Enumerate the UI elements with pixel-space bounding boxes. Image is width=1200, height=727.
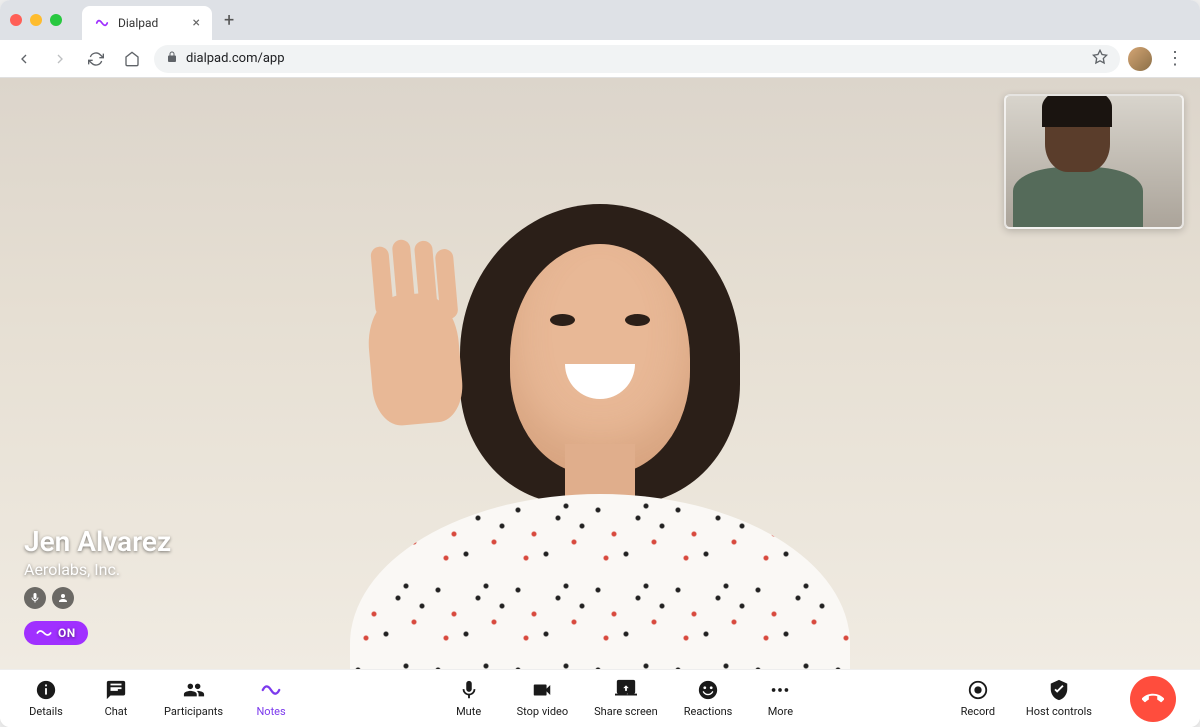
address-bar[interactable]: dialpad.com/app — [154, 45, 1120, 73]
mute-button[interactable]: Mute — [447, 679, 491, 718]
profile-avatar[interactable] — [1128, 47, 1152, 71]
reactions-label: Reactions — [684, 705, 733, 718]
stop-video-button[interactable]: Stop video — [517, 679, 569, 718]
ai-status-badge[interactable]: ON — [24, 621, 88, 645]
new-tab-button[interactable]: + — [224, 10, 234, 31]
tab-title: Dialpad — [118, 16, 158, 30]
nav-back-button[interactable] — [10, 45, 38, 73]
participant-overlay: Jen Alvarez Aerolabs, Inc. ON — [24, 525, 171, 645]
participant-company: Aerolabs, Inc. — [24, 560, 171, 579]
call-toolbar: Details Chat Participants Notes Mute — [0, 669, 1200, 727]
nav-reload-button[interactable] — [82, 45, 110, 73]
record-label: Record — [961, 705, 995, 718]
mute-label: Mute — [456, 705, 481, 718]
more-button[interactable]: More — [758, 679, 802, 718]
toolbar-right-group: Record Host controls — [956, 676, 1176, 722]
toolbar-left-group: Details Chat Participants Notes — [24, 679, 293, 718]
browser-toolbar: dialpad.com/app ⋮ — [0, 40, 1200, 78]
video-call-area: Jen Alvarez Aerolabs, Inc. ON — [0, 78, 1200, 669]
more-label: More — [768, 705, 793, 718]
browser-tab-bar: Dialpad × + — [0, 0, 1200, 40]
toolbar-center-group: Mute Stop video Share screen Reactions M… — [447, 679, 803, 718]
lock-icon — [166, 51, 178, 67]
nav-home-button[interactable] — [118, 45, 146, 73]
details-label: Details — [29, 705, 63, 718]
end-call-button[interactable] — [1130, 676, 1176, 722]
details-button[interactable]: Details — [24, 679, 68, 718]
self-figure — [1045, 94, 1143, 227]
window-close-button[interactable] — [10, 14, 22, 26]
participants-button[interactable]: Participants — [164, 679, 223, 718]
browser-tab[interactable]: Dialpad × — [82, 6, 212, 40]
url-text: dialpad.com/app — [186, 51, 285, 66]
share-screen-button[interactable]: Share screen — [594, 679, 658, 718]
participant-name: Jen Alvarez — [24, 525, 171, 558]
host-controls-button[interactable]: Host controls — [1026, 679, 1092, 718]
browser-window: Dialpad × + dialpad.com/app ⋮ — [0, 0, 1200, 727]
participant-status-icons — [24, 587, 171, 609]
stop-video-label: Stop video — [517, 705, 569, 718]
dialpad-favicon-icon — [94, 15, 110, 31]
nav-forward-button[interactable] — [46, 45, 74, 73]
bookmark-icon[interactable] — [1092, 49, 1108, 69]
share-screen-label: Share screen — [594, 705, 658, 718]
person-status-icon — [52, 587, 74, 609]
window-maximize-button[interactable] — [50, 14, 62, 26]
reactions-button[interactable]: Reactions — [684, 679, 733, 718]
tab-close-icon[interactable]: × — [193, 15, 200, 31]
participants-label: Participants — [164, 705, 223, 718]
chat-button[interactable]: Chat — [94, 679, 138, 718]
browser-menu-button[interactable]: ⋮ — [1160, 48, 1190, 69]
notes-button[interactable]: Notes — [249, 679, 293, 718]
notes-label: Notes — [256, 705, 285, 718]
record-button[interactable]: Record — [956, 679, 1000, 718]
ai-badge-label: ON — [58, 626, 76, 640]
mic-status-icon — [24, 587, 46, 609]
self-view-pip[interactable] — [1004, 94, 1184, 229]
chat-label: Chat — [105, 705, 128, 718]
window-minimize-button[interactable] — [30, 14, 42, 26]
window-controls — [10, 14, 62, 26]
host-controls-label: Host controls — [1026, 705, 1092, 718]
